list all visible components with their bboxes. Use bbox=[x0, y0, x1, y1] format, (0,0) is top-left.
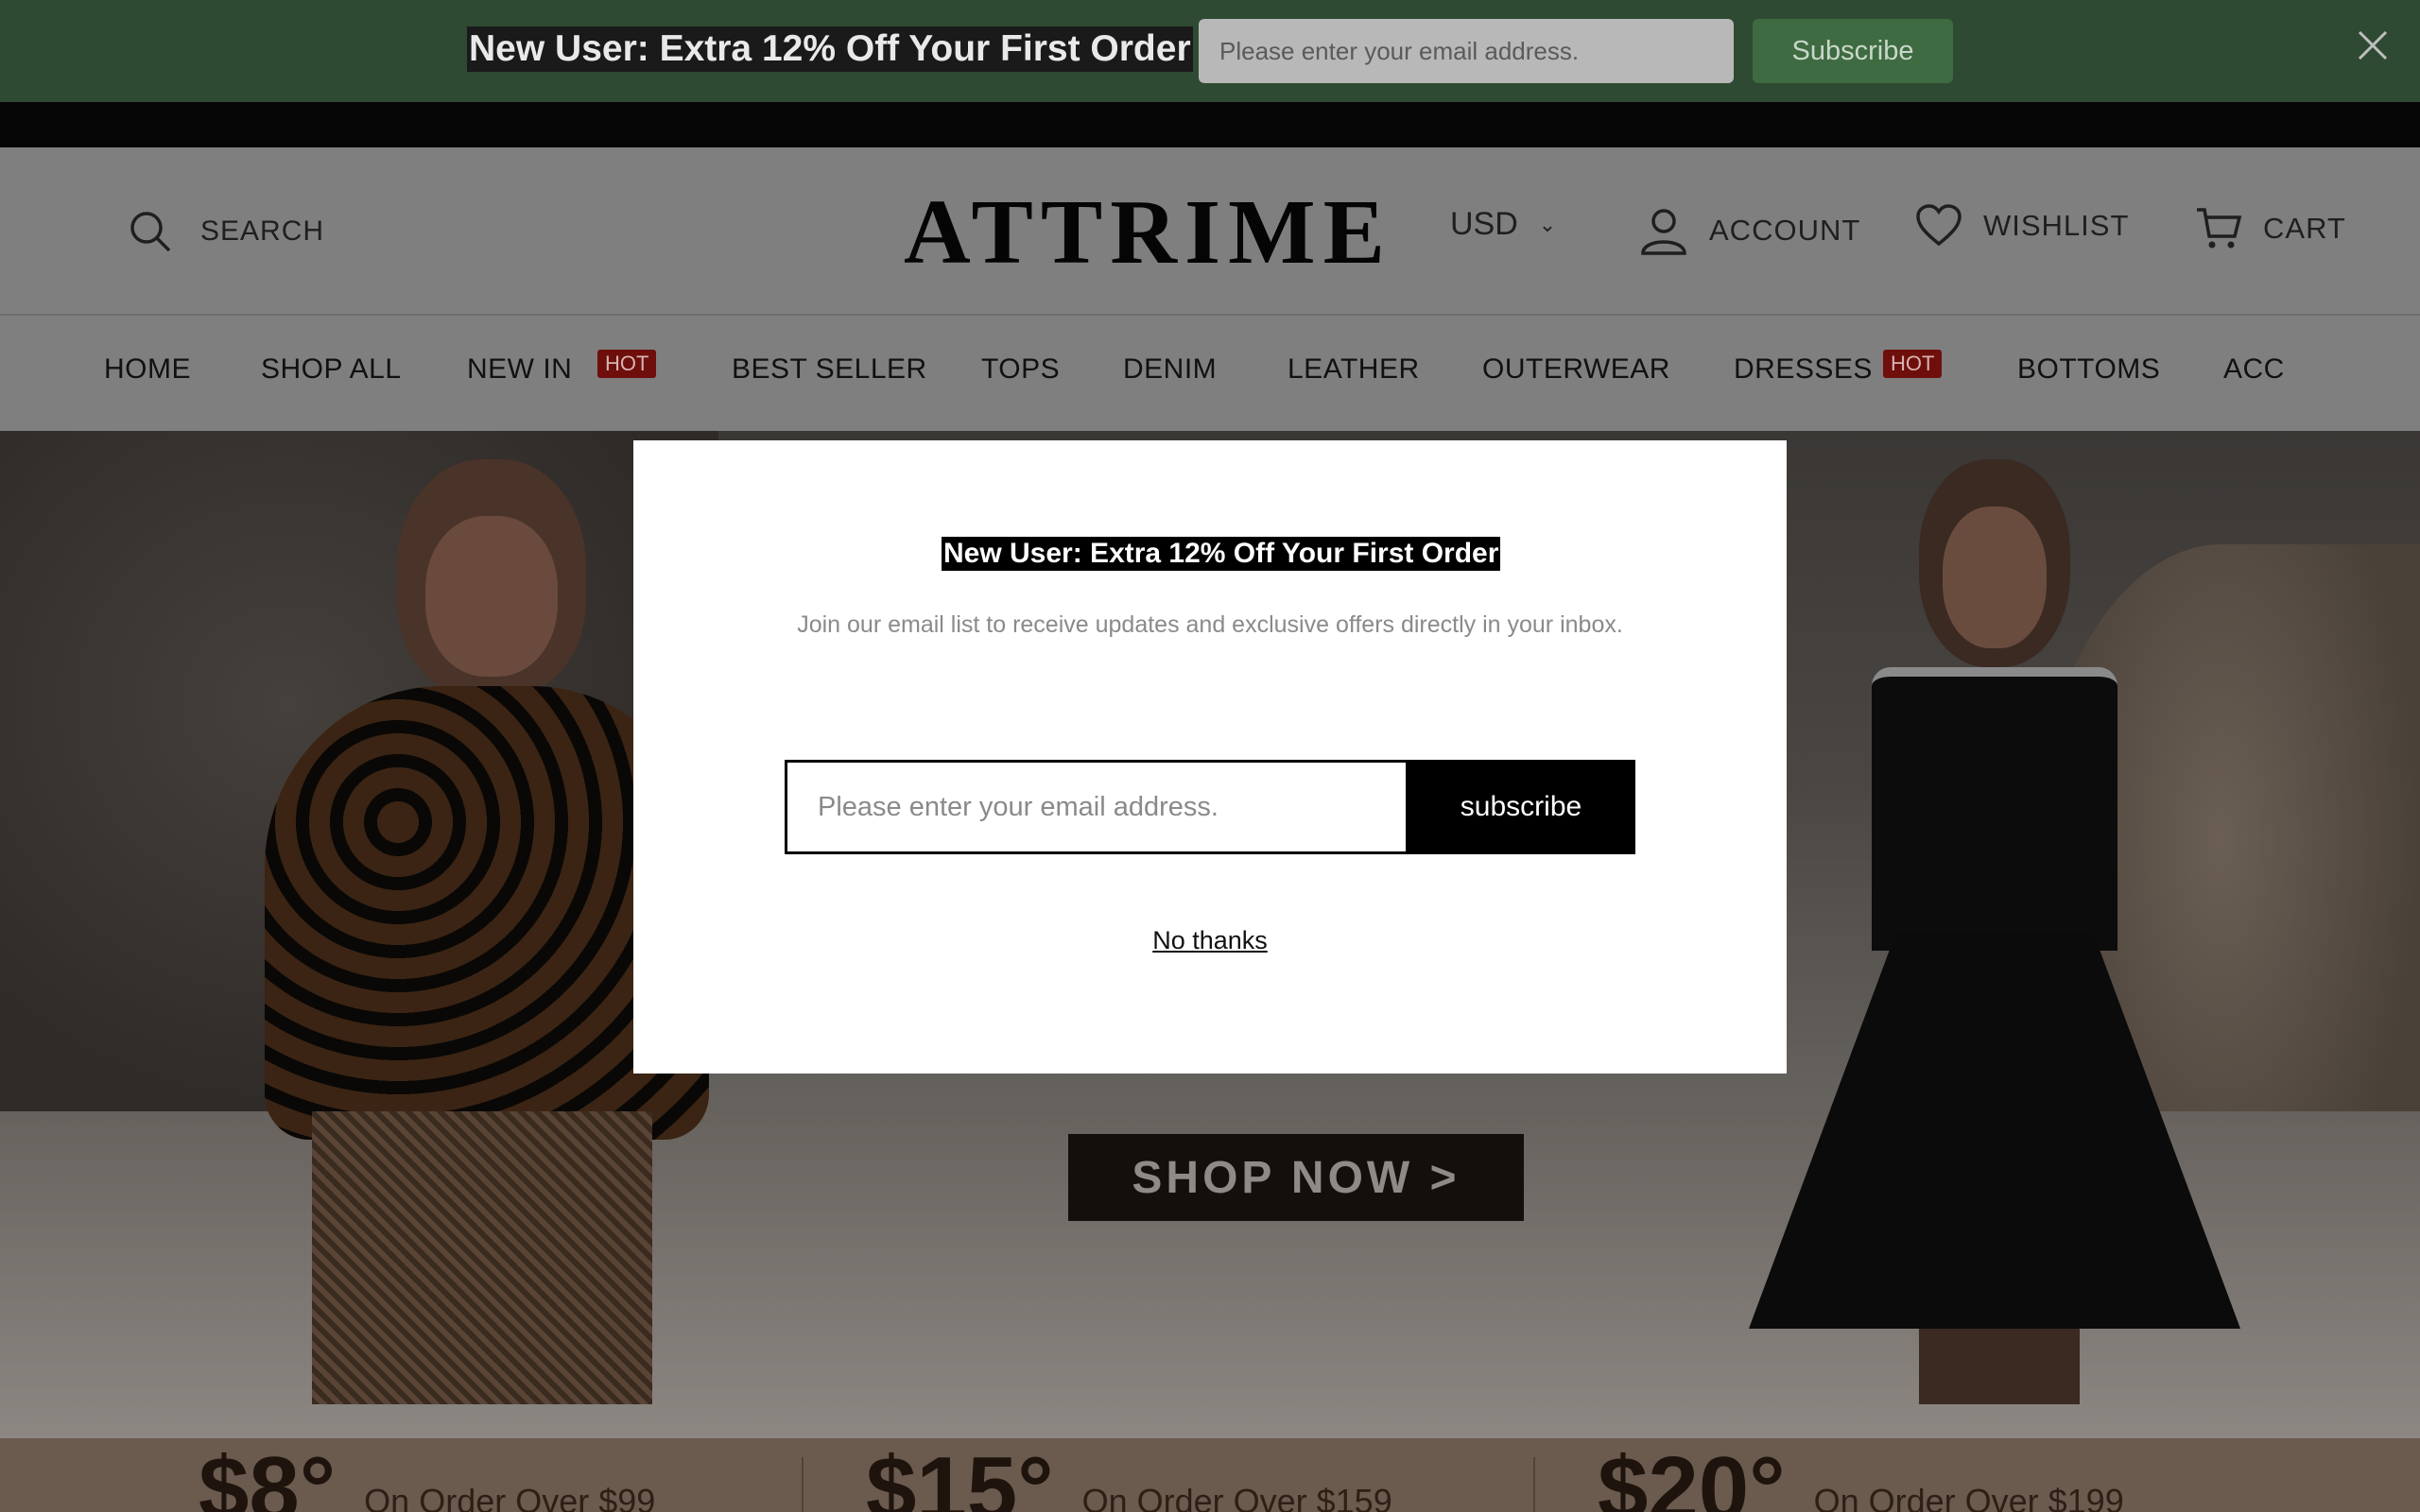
shop-now-button[interactable]: SHOP NOW > bbox=[1068, 1134, 1524, 1221]
nav-item-home[interactable]: HOME bbox=[104, 353, 191, 386]
currency-value: USD bbox=[1450, 206, 1518, 242]
close-icon[interactable] bbox=[2356, 28, 2390, 62]
promo-subscribe-button[interactable]: Subscribe bbox=[1753, 19, 1953, 83]
offers-strip: $8° On Order Over $99 $15° On Order Over… bbox=[0, 1438, 2420, 1512]
hero-model-right bbox=[1730, 459, 2240, 1438]
search-label: SEARCH bbox=[200, 215, 325, 247]
promo-text: New User: Extra 12% Off Your First Order bbox=[467, 26, 1193, 72]
nav-item-shop-all[interactable]: SHOP ALL bbox=[261, 353, 402, 386]
wishlist-link[interactable]: WISHLIST bbox=[1915, 204, 2129, 248]
hot-badge: HOT bbox=[1883, 350, 1943, 378]
cart-icon bbox=[2197, 208, 2242, 249]
offer-condition: On Order Over $159 bbox=[1081, 1482, 1392, 1512]
nav-item-leather[interactable]: LEATHER bbox=[1288, 353, 1420, 386]
chevron-down-icon: ⌄ bbox=[1538, 212, 1557, 236]
search-button[interactable]: SEARCH bbox=[129, 210, 324, 253]
offer-condition: On Order Over $199 bbox=[1813, 1482, 2124, 1512]
cart-label: CART bbox=[2263, 212, 2346, 245]
offer-condition: On Order Over $99 bbox=[364, 1482, 656, 1512]
main-nav: HOME SHOP ALL NEW IN HOT BEST SELLER TOP… bbox=[0, 316, 2420, 431]
cart-link[interactable]: CART bbox=[2195, 206, 2346, 251]
nav-item-tops[interactable]: TOPS bbox=[981, 353, 1060, 386]
promo-email-input[interactable] bbox=[1199, 19, 1734, 83]
announcement-strip bbox=[0, 102, 2420, 147]
modal-subscribe-button[interactable]: subscribe bbox=[1407, 760, 1635, 854]
offer-item: $8° On Order Over $99 bbox=[199, 1442, 655, 1512]
nav-item-denim[interactable]: DENIM bbox=[1123, 353, 1217, 386]
offer-amount: $15° bbox=[866, 1438, 1054, 1512]
site-logo[interactable]: ATTRIME bbox=[904, 180, 1392, 285]
nav-item-outerwear[interactable]: OUTERWEAR bbox=[1482, 353, 1670, 386]
nav-item-acc[interactable]: ACC bbox=[2223, 353, 2285, 386]
currency-selector[interactable]: USD ⌄ bbox=[1450, 206, 1556, 243]
search-icon bbox=[130, 212, 171, 252]
offer-divider bbox=[1533, 1457, 1535, 1512]
no-thanks-link[interactable]: No thanks bbox=[633, 926, 1787, 955]
offer-item: $15° On Order Over $159 bbox=[866, 1442, 1392, 1512]
offer-divider bbox=[802, 1457, 804, 1512]
nav-item-dresses[interactable]: DRESSES bbox=[1734, 353, 1873, 386]
account-label: ACCOUNT bbox=[1709, 214, 1861, 247]
newsletter-modal: New User: Extra 12% Off Your First Order… bbox=[633, 440, 1787, 1074]
hot-badge: HOT bbox=[597, 350, 657, 378]
nav-item-best-seller[interactable]: BEST SELLER bbox=[732, 353, 927, 386]
heart-icon bbox=[1916, 204, 1962, 247]
modal-title: New User: Extra 12% Off Your First Order bbox=[942, 537, 1501, 571]
account-link[interactable]: ACCOUNT bbox=[1639, 206, 1860, 255]
nav-item-bottoms[interactable]: BOTTOMS bbox=[2017, 353, 2160, 386]
offer-item: $20° On Order Over $199 bbox=[1598, 1442, 2124, 1512]
promo-bar: New User: Extra 12% Off Your First Order… bbox=[0, 0, 2420, 102]
user-icon bbox=[1641, 209, 1686, 255]
offer-amount: $20° bbox=[1598, 1438, 1786, 1512]
wishlist-label: WISHLIST bbox=[1983, 209, 2130, 242]
nav-item-new-in[interactable]: NEW IN bbox=[467, 353, 572, 386]
offer-amount: $8° bbox=[199, 1438, 337, 1512]
site-header: SEARCH ATTRIME USD ⌄ ACCOUNT WISHLIST CA… bbox=[0, 147, 2420, 316]
modal-email-input[interactable] bbox=[785, 760, 1409, 854]
modal-description: Join our email list to receive updates a… bbox=[797, 611, 1623, 638]
